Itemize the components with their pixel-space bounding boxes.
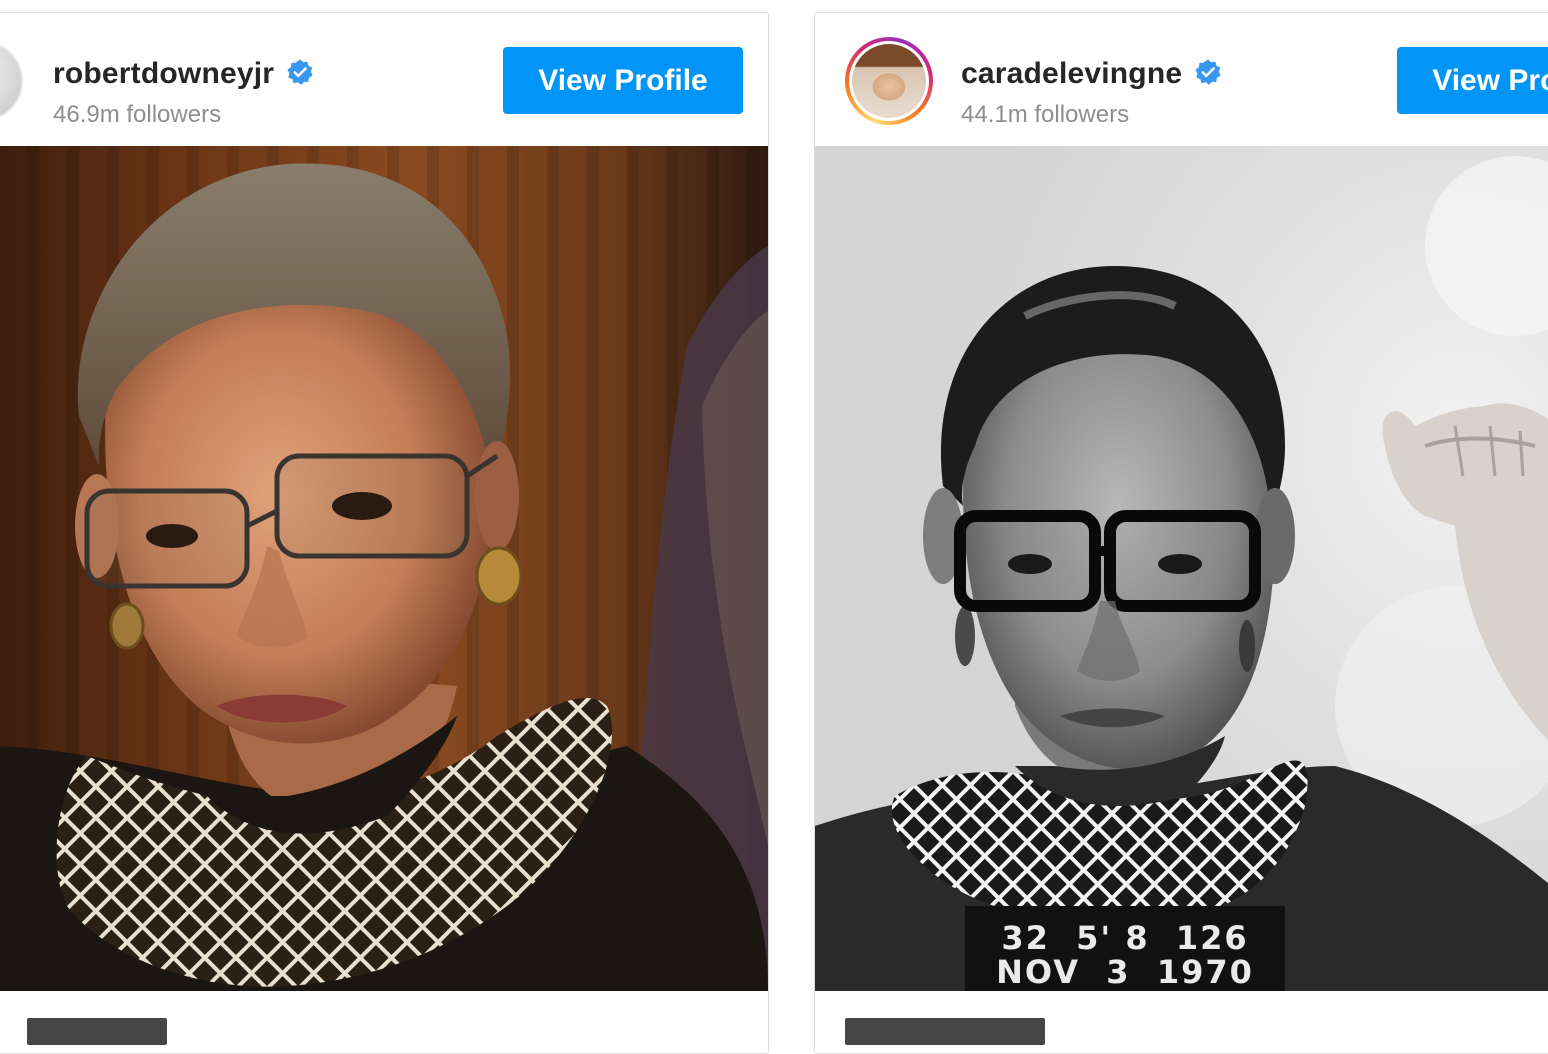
post-card-robertdowneyjr: robertdowneyjr 46.9m followers View Prof… [0,12,769,1054]
post-card-caradelevingne: caradelevingne 44.1m followers View Prof… [814,12,1548,1054]
avatar-ring-inner [849,41,929,121]
follower-count: 46.9m followers [53,101,222,128]
mugshot-line-1: 32 5' 8 126 [1001,919,1249,957]
avatar-photo [852,44,926,118]
mugshot-board-text: 32 5' 8 126 NOV 3 1970 [965,921,1285,989]
verified-badge-icon [287,59,313,85]
post-header: robertdowneyjr 46.9m followers View Prof… [0,13,768,146]
follower-count: 44.1m followers [961,101,1130,128]
verified-badge-icon [1195,59,1221,85]
profile-avatar[interactable] [0,41,23,121]
portrait-photo-color [0,146,768,991]
portrait-photo-bw [815,146,1548,991]
post-image[interactable]: 32 5' 8 126 NOV 3 1970 [815,146,1548,991]
username-text[interactable]: caradelevingne [961,57,1182,90]
profile-avatar[interactable] [845,37,933,125]
username[interactable]: caradelevingne [961,57,1222,91]
mugshot-line-2: NOV 3 1970 [996,953,1254,991]
post-header: caradelevingne 44.1m followers View Prof… [815,13,1548,146]
view-profile-button[interactable]: View Profile [503,47,743,114]
username-text[interactable]: robertdowneyjr [53,57,274,90]
username[interactable]: robertdowneyjr [53,57,314,91]
post-image[interactable] [0,146,768,991]
view-profile-button[interactable]: View Profile [1397,47,1548,114]
